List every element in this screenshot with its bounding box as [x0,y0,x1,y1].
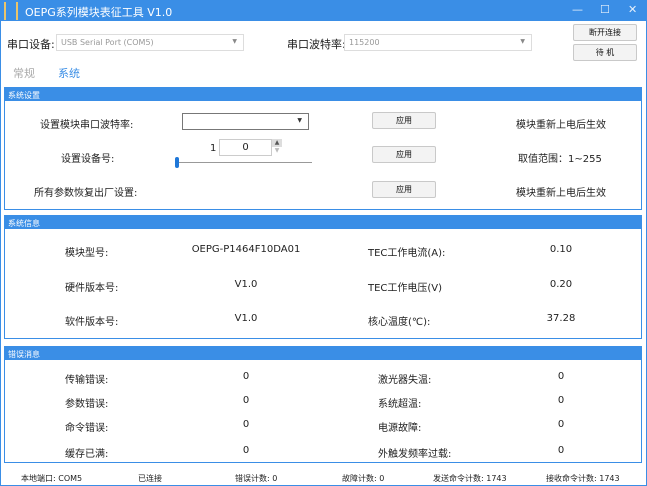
info-l1: 软件版本号: [65,317,119,328]
err-v1: 0 [242,371,250,382]
device-id-note: 取值范围：1~255 [518,154,602,165]
info-header: 系统信息 [5,216,641,229]
info-l2: TEC工作电流(A): [368,248,446,259]
maximize-button[interactable]: ☐ [600,3,610,16]
info-v2: 37.28 [546,313,576,324]
apply-factory-reset-button[interactable]: 应用 [372,181,436,198]
info-v2: 0.20 [549,279,573,290]
spin-down-icon[interactable]: ▼ [272,147,282,155]
err-l2: 电源故障: [378,423,422,434]
info-l1: 硬件版本号: [65,283,119,294]
baud-note: 模块重新上电后生效 [516,120,606,131]
apply-baud-button[interactable]: 应用 [372,112,436,129]
disconnect-button[interactable]: 断开连接 [573,24,637,41]
device-id-slider-thumb[interactable] [175,157,179,168]
settings-header: 系统设置 [5,88,641,101]
err-l2: 激光器失温: [378,375,432,386]
info-v1: V1.0 [234,279,258,290]
baud-setting-label: 设置模块串口波特率: [40,120,134,131]
window-title: OEPG系列模块表征工具 V1.0 [25,6,173,19]
device-id-spinner[interactable]: ▲ ▼ [272,139,282,156]
err-v1: 0 [242,445,250,456]
port-value: USB Serial Port (COM5) [61,38,154,47]
err-v2: 0 [557,445,565,456]
device-min-value: 1 [210,143,217,154]
factory-reset-note: 模块重新上电后生效 [516,188,606,199]
tab-general[interactable]: 常规 [13,65,35,81]
tab-system[interactable]: 系统 [58,65,80,81]
status-error-count: 错误计数: 0 [235,474,278,483]
close-button[interactable]: ✕ [628,3,637,16]
device-id-input[interactable]: 0 [219,139,272,156]
err-v2: 0 [557,395,565,406]
chevron-down-icon: ▼ [232,38,237,45]
baud-label: 串口波特率: [287,38,346,51]
port-label: 串口设备: [7,38,55,51]
info-l2: 核心温度(℃): [368,317,431,328]
status-sent-count: 发送命令计数: 1743 [433,474,507,483]
info-l1: 模块型号: [65,248,109,259]
err-v2: 0 [557,419,565,430]
err-l1: 传输错误: [65,375,109,386]
standby-button[interactable]: 待 机 [573,44,637,61]
device-id-label: 设置设备号: [61,154,115,165]
info-v2: 0.10 [549,244,573,255]
info-l2: TEC工作电压(V) [368,283,443,294]
err-v1: 0 [242,395,250,406]
errors-header: 错误消息 [5,347,641,360]
port-select[interactable]: USB Serial Port (COM5) ▼ [56,34,244,51]
status-recv-count: 接收命令计数: 1743 [546,474,620,483]
info-v1: V1.0 [234,313,258,324]
module-baud-select[interactable]: ▼ [182,113,309,130]
status-connection: 已连接 [138,474,162,483]
app-logo-icon [4,2,18,20]
err-v2: 0 [557,371,565,382]
err-v1: 0 [242,419,250,430]
device-id-slider-track[interactable] [176,162,312,163]
err-l2: 外触发频率过载: [378,449,452,460]
minimize-button[interactable]: — [572,3,583,16]
status-port: 本地端口: COM5 [21,474,83,483]
title-bar: OEPG系列模块表征工具 V1.0 — ☐ ✕ [1,1,647,21]
spin-up-icon[interactable]: ▲ [272,139,282,147]
chevron-down-icon: ▼ [297,117,302,124]
err-l1: 参数错误: [65,399,109,410]
baud-value: 115200 [349,38,380,47]
apply-device-id-button[interactable]: 应用 [372,146,436,163]
factory-reset-label: 所有参数恢复出厂设置: [34,188,138,199]
status-fault-count: 故障计数: 0 [342,474,385,483]
err-l1: 命令错误: [65,423,109,434]
err-l2: 系统超温: [378,399,422,410]
baud-select[interactable]: 115200 ▼ [344,34,532,51]
err-l1: 缓存已满: [65,449,109,460]
info-v1: OEPG-P1464F10DA01 [191,244,301,255]
chevron-down-icon: ▼ [520,38,525,45]
